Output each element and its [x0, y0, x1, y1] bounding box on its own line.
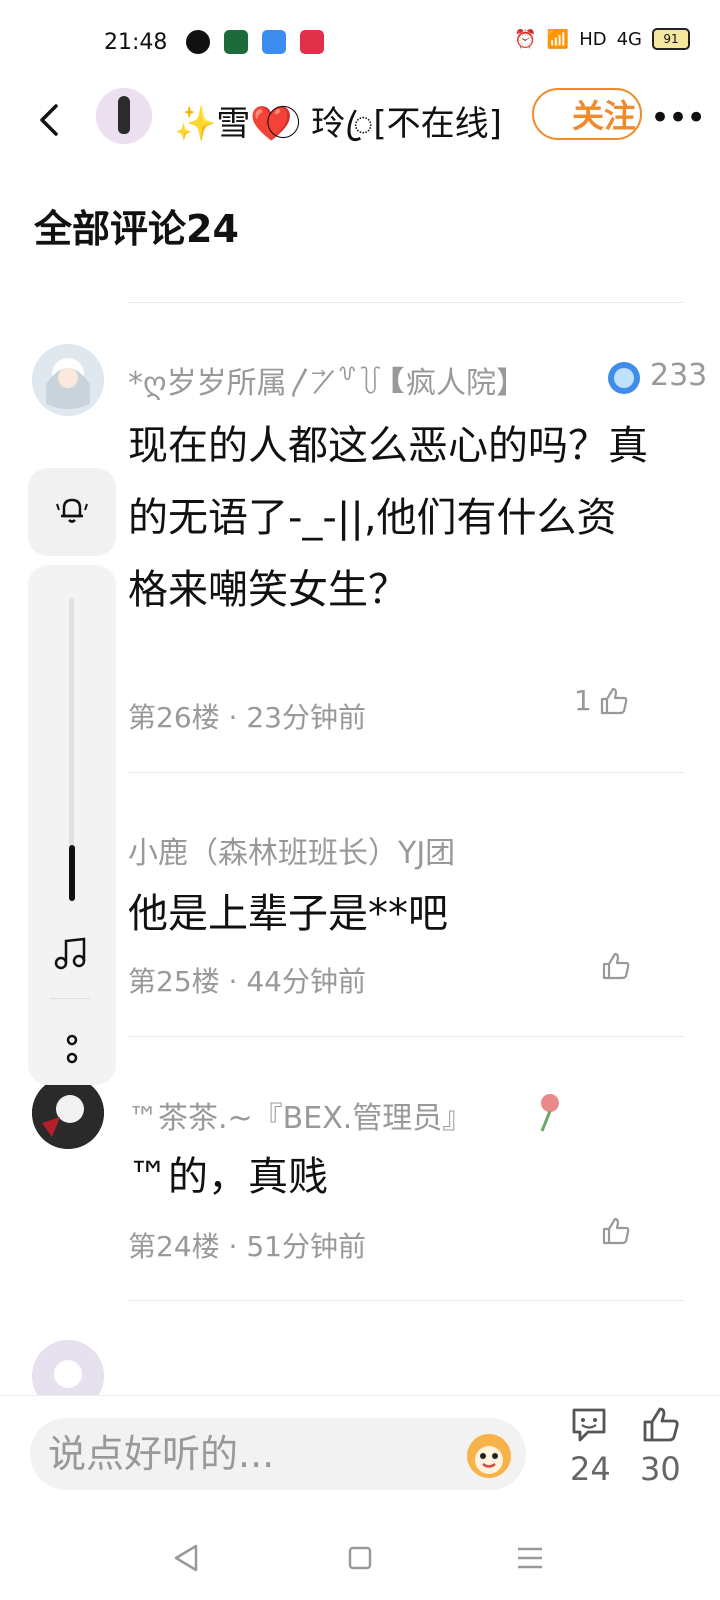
- status-bar: 21:48 ⏰ 📶 HD 4G 91: [0, 0, 720, 90]
- status-right: ⏰ 📶 HD 4G 91: [514, 28, 690, 50]
- divider: [128, 772, 684, 773]
- wifi-icon: 📶: [546, 28, 570, 50]
- poster-avatar[interactable]: [96, 88, 152, 144]
- like-button[interactable]: [600, 950, 632, 982]
- nav-home-icon[interactable]: [340, 1538, 380, 1578]
- hd-label: HD: [579, 28, 607, 50]
- commenter-name[interactable]: 小鹿（森林班班长）YJ团: [128, 828, 455, 872]
- volume-track[interactable]: [69, 598, 74, 878]
- more-vertical-icon[interactable]: [60, 1030, 84, 1070]
- divider: [128, 302, 684, 303]
- commenter-avatar[interactable]: [32, 1077, 104, 1149]
- nav-back-icon[interactable]: [166, 1538, 206, 1578]
- commenter-avatar[interactable]: [32, 344, 104, 416]
- emoji-icon[interactable]: [462, 1428, 516, 1482]
- battery-icon: 91: [652, 28, 690, 50]
- status-app-icons: [186, 30, 324, 54]
- divider: [50, 998, 90, 999]
- comment-input[interactable]: 说点好听的...: [30, 1418, 526, 1490]
- app-icon-1: [186, 30, 210, 54]
- nav-menu-icon[interactable]: [510, 1538, 550, 1578]
- notification-toggle[interactable]: [28, 468, 116, 556]
- thumb-up-icon: [602, 1217, 630, 1245]
- follow-button[interactable]: 关注: [532, 88, 642, 140]
- comment-text: 他是上辈子是**吧: [128, 891, 448, 937]
- divider: [128, 1300, 684, 1301]
- network-label: 4G: [616, 28, 642, 50]
- alarm-icon: ⏰: [514, 28, 537, 50]
- system-nav-bar: [0, 1520, 720, 1600]
- poster-name: ✨雪❤️ ⃝ 玲ꦿ[不在线]: [174, 104, 502, 144]
- bell-icon: [56, 498, 88, 523]
- like-button[interactable]: [600, 1215, 632, 1247]
- app-icon-3: [262, 30, 286, 54]
- comments-heading: 全部评论24: [34, 207, 239, 251]
- badge-count: 233: [650, 358, 708, 393]
- thumb-up-icon: [602, 952, 630, 980]
- comment-text: 现在的人都这么恶心的吗？真的无语了-_-||,他们有什么资格来嘲笑女生？: [128, 423, 648, 613]
- thumb-up-icon[interactable]: [640, 1404, 682, 1446]
- comment-meta: 第25楼 · 44分钟前: [128, 965, 366, 998]
- like-count: 1: [574, 684, 592, 717]
- divider: [128, 1036, 684, 1037]
- thumb-up-icon: [600, 687, 628, 714]
- status-time: 21:48: [104, 30, 168, 55]
- level-badge-icon: [608, 362, 640, 394]
- header: ✨雪❤️ ⃝ 玲ꦿ[不在线] 关注 •••: [0, 80, 720, 160]
- comment-meta: 第24楼 · 51分钟前: [128, 1230, 366, 1263]
- like-count: 30: [640, 1450, 681, 1488]
- more-options-icon[interactable]: •••: [650, 98, 706, 138]
- rose-badge-icon: [540, 1094, 559, 1132]
- back-icon[interactable]: [34, 102, 64, 138]
- comment-icon[interactable]: [568, 1404, 610, 1446]
- commenter-name[interactable]: *ღ岁岁所属〳 ⃗ ̸꒷꒦【疯人院】: [128, 358, 526, 402]
- volume-thumb[interactable]: [69, 845, 75, 901]
- comment-bar: 说点好听的... 24 30: [0, 1395, 720, 1506]
- commenter-name[interactable]: ™茶茶.~『BEX.管理员』: [128, 1093, 472, 1137]
- music-note-icon[interactable]: [52, 935, 88, 971]
- commenter-avatar[interactable]: [32, 1340, 104, 1395]
- comment-text: ™的，真贱: [128, 1154, 328, 1200]
- like-button[interactable]: 1: [574, 684, 630, 717]
- app-icon-4: [300, 30, 324, 54]
- comment-meta: 第26楼 · 23分钟前: [128, 701, 366, 734]
- comment-count: 24: [570, 1450, 611, 1488]
- app-icon-2: [224, 30, 248, 54]
